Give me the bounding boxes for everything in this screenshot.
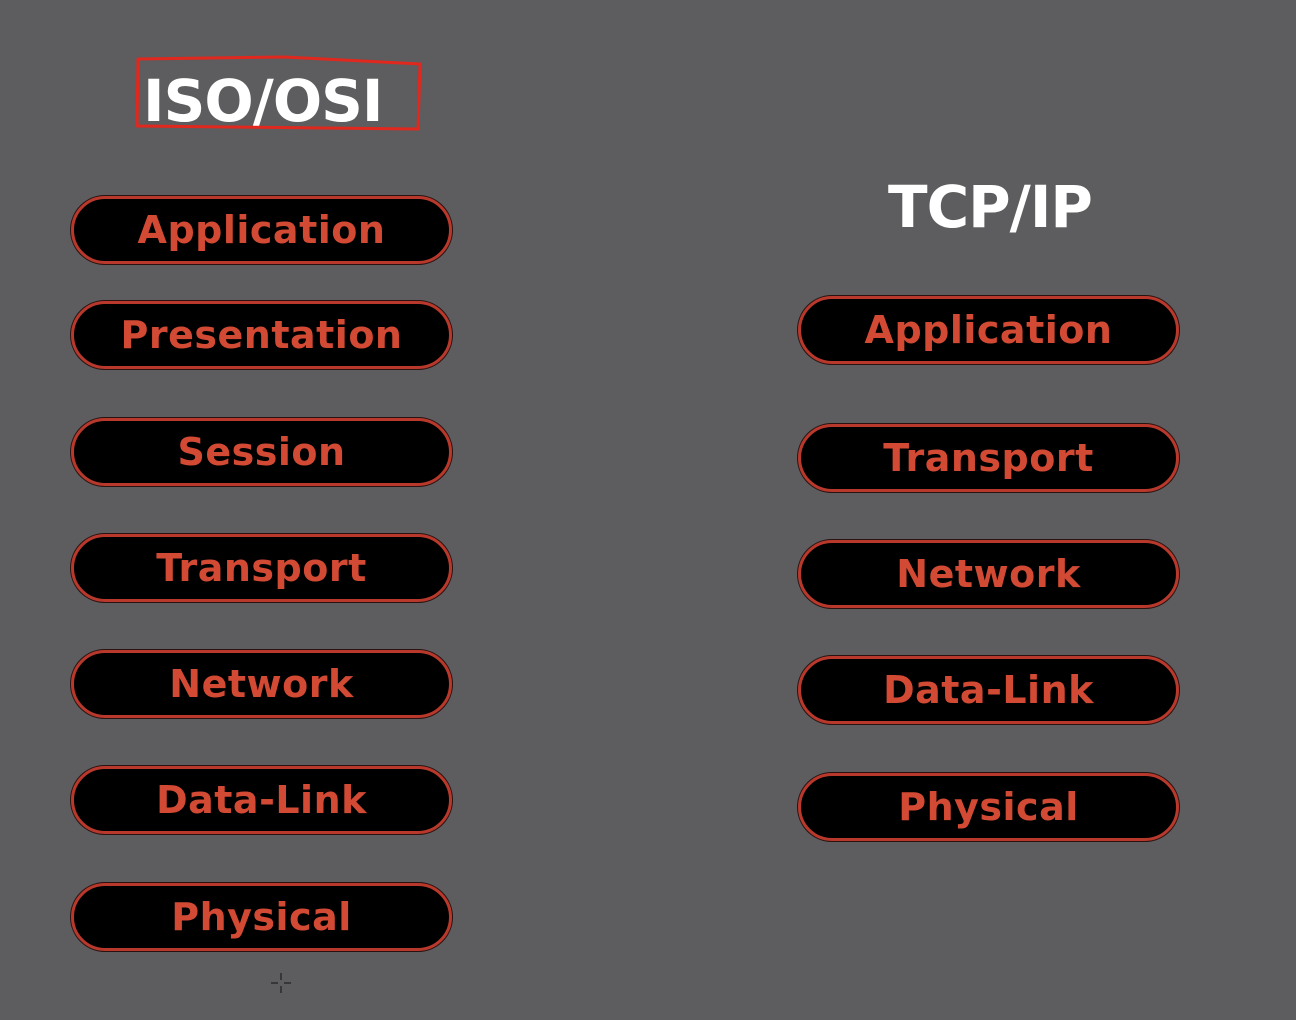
- tcpip-title: TCP/IP: [888, 173, 1093, 241]
- osi-layer-transport: Transport: [71, 534, 452, 602]
- tcpip-layer-label: Network: [896, 552, 1081, 596]
- tcpip-layer-transport: Transport: [798, 424, 1179, 492]
- osi-layer-label: Session: [177, 430, 346, 474]
- osi-layer-application: Application: [71, 196, 452, 264]
- tcpip-layer-data-link: Data-Link: [798, 656, 1179, 724]
- tcpip-layer-label: Application: [864, 308, 1113, 352]
- tcpip-layer-label: Transport: [883, 436, 1094, 480]
- tcpip-layer-physical: Physical: [798, 773, 1179, 841]
- tcpip-layer-label: Data-Link: [883, 668, 1094, 712]
- osi-layer-label: Physical: [171, 895, 352, 939]
- tcpip-layer-application: Application: [798, 296, 1179, 364]
- osi-layer-network: Network: [71, 650, 452, 718]
- tcpip-layer-network: Network: [798, 540, 1179, 608]
- tcpip-layer-label: Physical: [898, 785, 1079, 829]
- osi-layer-label: Transport: [156, 546, 367, 590]
- osi-layer-label: Application: [137, 208, 386, 252]
- osi-layer-label: Network: [169, 662, 354, 706]
- osi-layer-presentation: Presentation: [71, 301, 452, 369]
- osi-layer-physical: Physical: [71, 883, 452, 951]
- crosshair-cursor-icon: [271, 973, 291, 993]
- osi-title: ISO/OSI: [143, 67, 383, 135]
- osi-layer-session: Session: [71, 418, 452, 486]
- osi-layer-label: Presentation: [120, 313, 403, 357]
- osi-layer-label: Data-Link: [156, 778, 367, 822]
- osi-layer-data-link: Data-Link: [71, 766, 452, 834]
